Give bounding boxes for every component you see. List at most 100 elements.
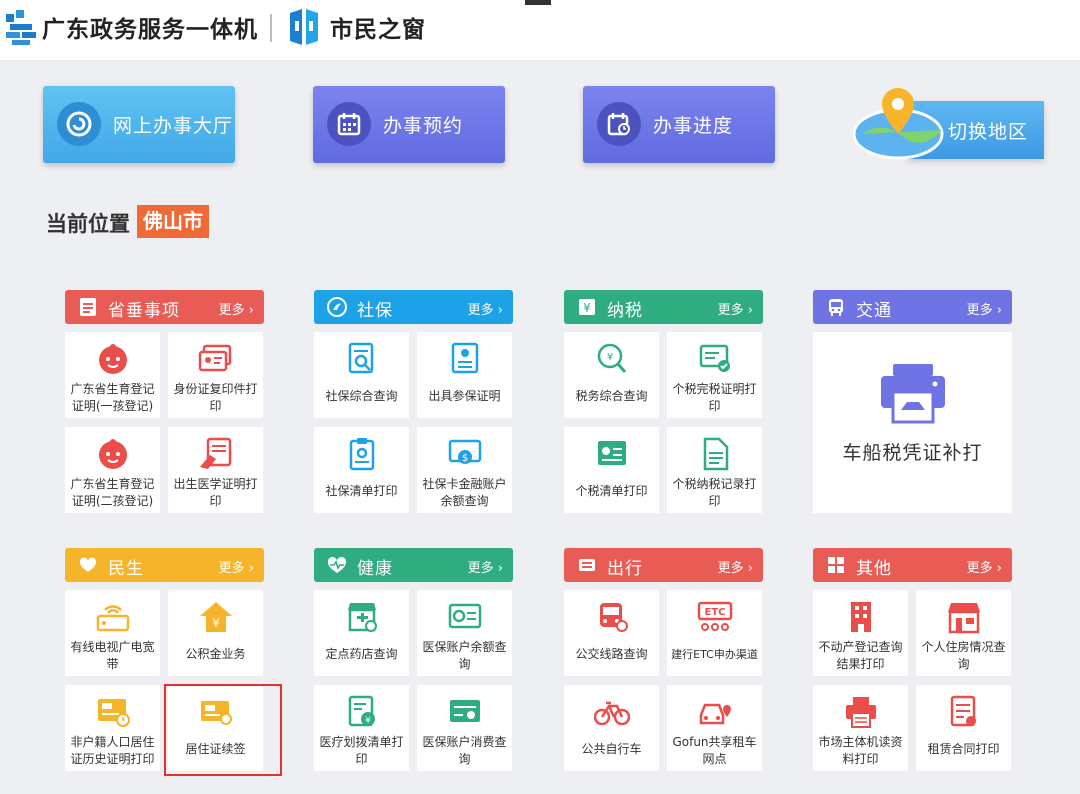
etc-icon: ETC — [697, 601, 733, 631]
section-title-livelihood: 民生 — [108, 559, 144, 579]
tile-province-1[interactable]: 身份证复印件打印 — [168, 332, 263, 418]
svg-text:$: $ — [462, 453, 468, 464]
tile-other-1[interactable]: 个人住房情况查询 — [916, 590, 1011, 676]
header-divider — [270, 14, 272, 42]
appointment-button[interactable]: 办事预约 — [313, 86, 505, 163]
bicycle-icon — [594, 701, 630, 726]
tile-tax-3[interactable]: 个税纳税记录打印 — [667, 427, 762, 513]
progress-button[interactable]: 办事进度 — [583, 86, 775, 163]
tile-health-2[interactable]: ¥ 医疗划拨清单打印 — [314, 685, 409, 771]
baby-icon — [99, 439, 127, 469]
tax-record-icon — [703, 437, 729, 471]
top-handle[interactable] — [525, 0, 551, 5]
tile-social-0[interactable]: 社保综合查询 — [314, 332, 409, 418]
section-header-livelihood: 民生 更多 › — [65, 548, 264, 582]
tile-province-0[interactable]: 广东省生育登记证明(一孩登记) — [65, 332, 160, 418]
current-city[interactable]: 佛山市 — [137, 205, 209, 238]
header-bar: 广东政务服务一体机 市民之窗 — [0, 0, 1080, 60]
tile-travel-3[interactable]: Gofun共享租车网点 — [667, 685, 762, 771]
more-link-social[interactable]: 更多 › — [468, 299, 503, 318]
tile-livelihood-0[interactable]: 有线电视广电宽带 — [65, 590, 160, 676]
tile-tax-2[interactable]: 个税清单打印 — [564, 427, 659, 513]
tile-health-3[interactable]: 医保账户消费查询 — [417, 685, 512, 771]
tile-province-2[interactable]: 广东省生育登记证明(二孩登记) — [65, 427, 160, 513]
section-title-travel: 出行 — [607, 559, 643, 579]
tax-list-icon — [598, 441, 626, 465]
tile-province-3[interactable]: 出生医学证明打印 — [168, 427, 263, 513]
id-card-icon — [198, 344, 232, 372]
pharmacy-icon — [348, 603, 377, 632]
progress-label: 办事进度 — [653, 115, 734, 137]
shop-icon — [948, 603, 980, 634]
more-link-travel[interactable]: 更多 › — [718, 557, 753, 576]
section-header-social: 社保 更多 › — [314, 290, 513, 324]
tile-livelihood-1[interactable]: ¥ 公积金业务 — [168, 590, 263, 676]
etc-icon-text: ETC — [705, 607, 726, 618]
insurance-proof-icon — [451, 342, 479, 374]
location-label: 当前位置 — [46, 212, 130, 236]
heart-hands-icon — [79, 557, 97, 572]
more-link-province[interactable]: 更多 › — [219, 299, 254, 318]
section-title-health: 健康 — [357, 559, 393, 579]
section-title-tax: 纳税 — [607, 301, 643, 321]
tile-travel-0[interactable]: 公交线路查询 — [564, 590, 659, 676]
tile-health-0[interactable]: 定点药店查询 — [314, 590, 409, 676]
tile-label: 市场主体机读资料打印 — [818, 735, 903, 766]
tile-label: 身份证复印件打印 — [173, 382, 258, 413]
tile-health-1[interactable]: 医保账户余额查询 — [417, 590, 512, 676]
baby-icon — [99, 344, 127, 374]
tile-other-2[interactable]: 市场主体机读资料打印 — [813, 685, 908, 771]
app-subtitle: 市民之窗 — [330, 17, 426, 43]
tile-label: 出具参保证明 — [428, 389, 501, 403]
tile-tax-1[interactable]: 个税完税证明打印 — [667, 332, 762, 418]
more-link-health[interactable]: 更多 › — [468, 557, 503, 576]
tile-other-3[interactable]: 租赁合同打印 — [916, 685, 1011, 771]
tile-label: 个税纳税记录打印 — [672, 477, 757, 508]
bus-icon — [600, 603, 628, 632]
tile-label: 个税清单打印 — [575, 484, 648, 498]
more-link-traffic[interactable]: 更多 › — [967, 299, 1002, 318]
tile-label: 税务综合查询 — [575, 389, 648, 403]
svg-text:¥: ¥ — [583, 301, 591, 315]
more-link-livelihood[interactable]: 更多 › — [219, 557, 254, 576]
tile-livelihood-2[interactable]: 非户籍人口居住证历史证明打印 — [65, 685, 160, 771]
section-title-social: 社保 — [357, 301, 393, 321]
tile-label: 居住证续签 — [185, 742, 246, 756]
document-icon — [80, 298, 96, 316]
tile-travel-2[interactable]: 公共自行车 — [564, 685, 659, 771]
citizen-window-logo-icon — [290, 9, 318, 45]
tax-certificate-icon — [699, 344, 730, 372]
section-title-traffic: 交通 — [856, 301, 892, 321]
section-header-health: 健康 更多 › — [314, 548, 513, 582]
tile-livelihood-3[interactable]: 居住证续签 — [168, 685, 263, 771]
svg-text:¥: ¥ — [607, 352, 613, 363]
section-title-other: 其他 — [856, 559, 892, 579]
print-doc-icon — [846, 697, 876, 728]
more-link-tax[interactable]: 更多 › — [718, 299, 753, 318]
online-hall-button[interactable]: 网上办事大厅 — [43, 86, 235, 163]
more-link-other[interactable]: 更多 › — [967, 557, 1002, 576]
social-security-icon — [327, 297, 347, 317]
online-hall-icon — [57, 102, 101, 146]
car-location-icon — [699, 703, 731, 725]
tile-label: 广东省生育登记证明(一孩登记) — [70, 382, 155, 413]
printer-icon — [881, 364, 945, 424]
section-header-tax: ¥ 纳税 更多 › — [564, 290, 763, 324]
tile-other-0[interactable]: 不动产登记查询结果打印 — [813, 590, 908, 676]
tile-vehicle-tax-reprint[interactable]: 车船税凭证补打 — [813, 332, 1012, 513]
tile-social-2[interactable]: 社保清单打印 — [314, 427, 409, 513]
tax-search-icon: ¥ — [597, 343, 627, 373]
tile-tax-0[interactable]: ¥ 税务综合查询 — [564, 332, 659, 418]
tile-social-3[interactable]: $ 社保卡金融账户余额查询 — [417, 427, 512, 513]
tile-travel-1[interactable]: ETC 建行ETC申办渠道 — [667, 590, 762, 676]
tile-social-1[interactable]: 出具参保证明 — [417, 332, 512, 418]
tile-label: 公积金业务 — [185, 647, 246, 661]
tax-icon: ¥ — [579, 299, 595, 315]
tile-label: 医保账户消费查询 — [422, 735, 507, 766]
tile-label: 个人住房情况查询 — [921, 640, 1006, 671]
section-header-traffic: 交通 更多 › — [813, 290, 1012, 324]
grid-icon — [828, 557, 844, 573]
tile-label: 车船税凭证补打 — [842, 442, 983, 464]
bus-icon — [829, 299, 843, 316]
heartbeat-icon — [327, 556, 347, 573]
